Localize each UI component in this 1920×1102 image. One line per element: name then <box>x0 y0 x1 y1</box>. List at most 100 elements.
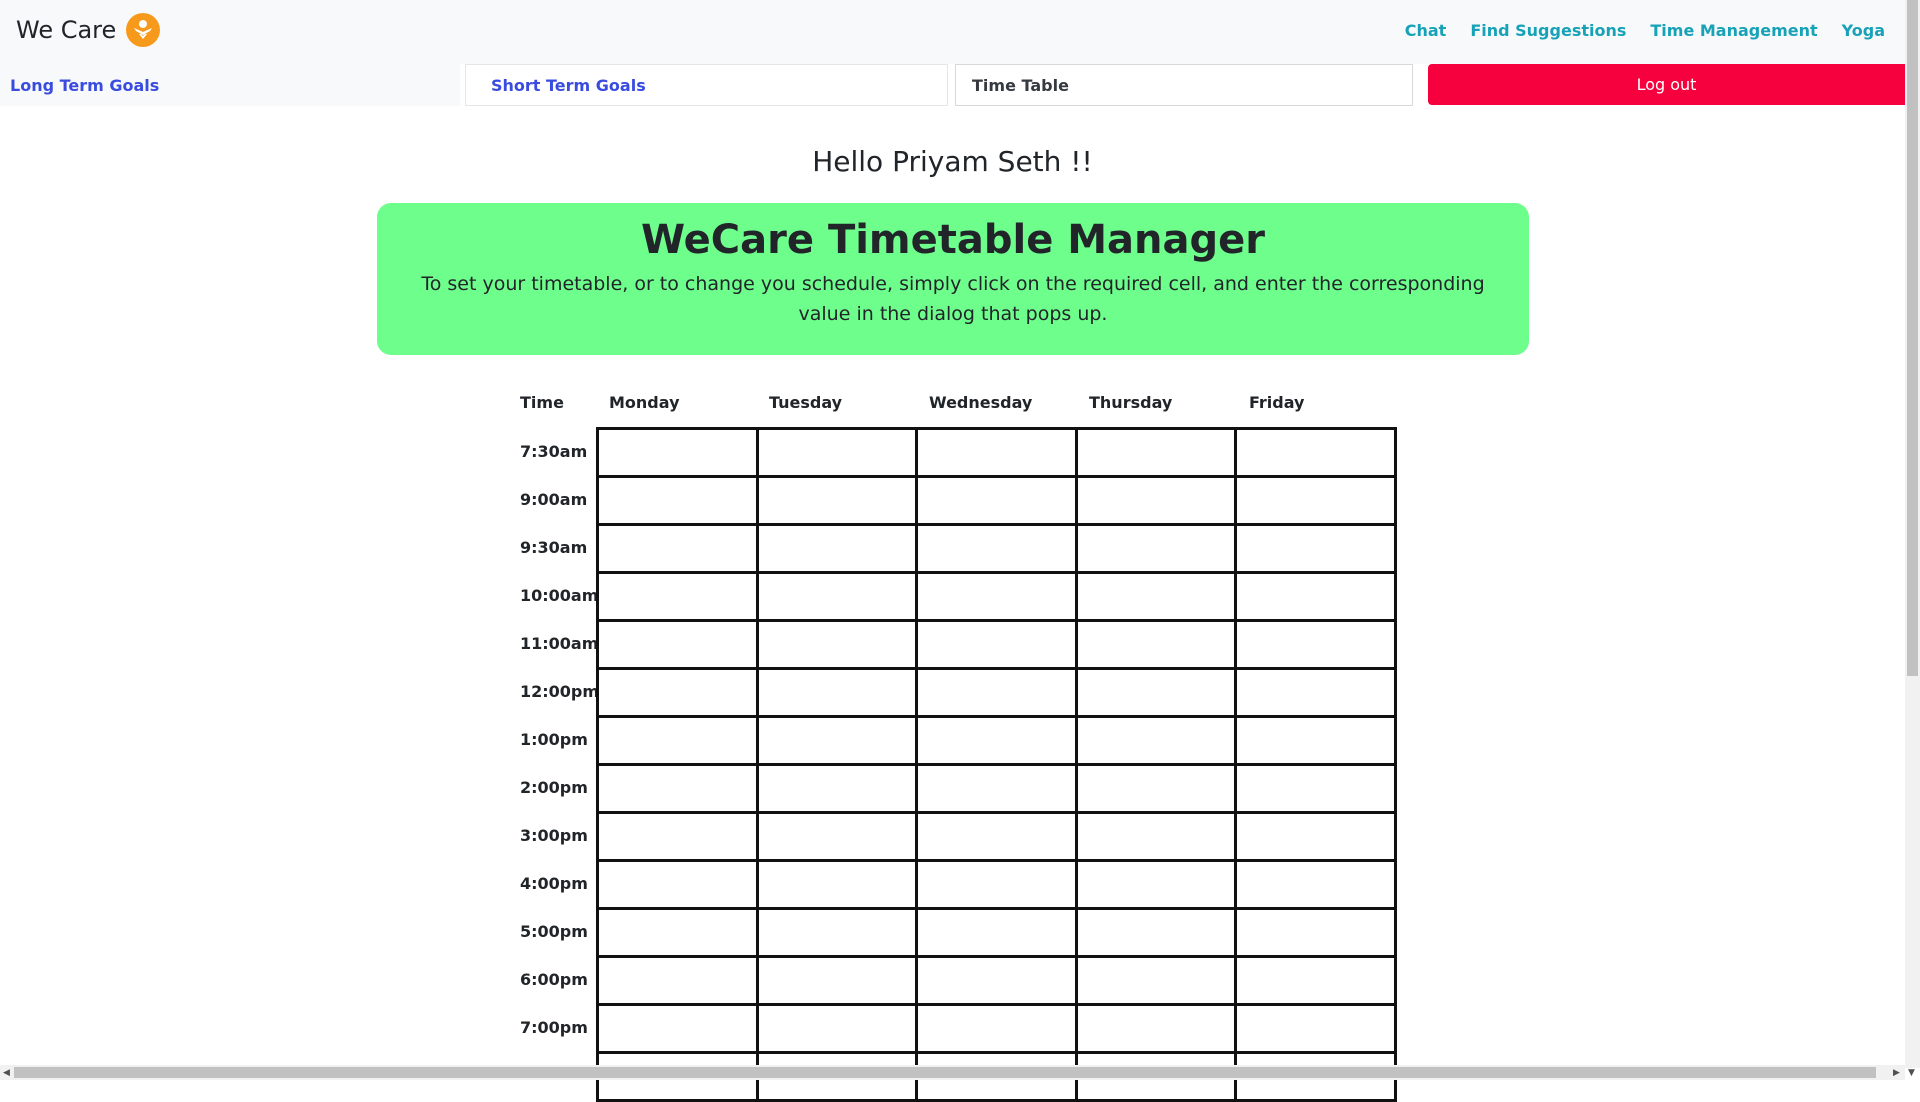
banner-text: To set your timetable, or to change you … <box>421 273 1485 325</box>
greeting-text: Hello Priyam Seth !! <box>812 145 1093 178</box>
timetable-cell[interactable] <box>915 427 1078 478</box>
timetable-cell[interactable] <box>1234 619 1397 670</box>
timetable-cell[interactable] <box>1074 1003 1238 1054</box>
tab-long-term-goals[interactable]: Long Term Goals <box>0 64 460 106</box>
timetable-cell[interactable] <box>915 907 1078 958</box>
timetable-cell[interactable] <box>596 715 759 766</box>
time-slot-label: 1:00pm <box>520 730 588 749</box>
timetable-cell[interactable] <box>596 907 759 958</box>
timetable-cell[interactable] <box>1234 715 1397 766</box>
timetable-cell[interactable] <box>1234 667 1397 718</box>
timetable-cell[interactable] <box>755 475 919 526</box>
timetable-cell[interactable] <box>915 811 1078 862</box>
timetable-cell[interactable] <box>596 763 759 814</box>
timetable-cell[interactable] <box>915 763 1078 814</box>
timetable-cell[interactable] <box>1074 523 1238 574</box>
timetable-cell[interactable] <box>1074 571 1238 622</box>
timetable-cell[interactable] <box>755 523 919 574</box>
timetable-cell[interactable] <box>1074 955 1238 1006</box>
time-slot-label: 7:00pm <box>520 1018 588 1037</box>
timetable-cell[interactable] <box>596 955 759 1006</box>
tab-time-table[interactable]: Time Table <box>955 64 1413 106</box>
timetable-cell[interactable] <box>1234 571 1397 622</box>
timetable-cell[interactable] <box>755 427 919 478</box>
scroll-right-arrow-icon[interactable]: ▶ <box>1893 1068 1900 1078</box>
timetable-cell[interactable] <box>1234 523 1397 574</box>
nav-time-management-link[interactable]: Time Management <box>1650 21 1817 40</box>
timetable-cell[interactable] <box>755 571 919 622</box>
timetable-cell[interactable] <box>1074 811 1238 862</box>
day-header-tuesday: Tuesday <box>769 393 843 412</box>
timetable-cell[interactable] <box>915 475 1078 526</box>
timetable-cell[interactable] <box>1074 907 1238 958</box>
timetable-cell[interactable] <box>915 667 1078 718</box>
timetable-cell[interactable] <box>755 619 919 670</box>
timetable-cell[interactable] <box>915 571 1078 622</box>
time-slot-label: 12:00pm <box>520 682 600 701</box>
timetable-cell[interactable] <box>596 619 759 670</box>
timetable-cell[interactable] <box>596 811 759 862</box>
timetable-cell[interactable] <box>915 715 1078 766</box>
timetable-cell[interactable] <box>755 907 919 958</box>
horizontal-scrollbar-thumb[interactable] <box>14 1067 1876 1078</box>
timetable-cell[interactable] <box>596 859 759 910</box>
tab-short-term-goals[interactable]: Short Term Goals <box>465 64 948 106</box>
timetable-cell[interactable] <box>755 1003 919 1054</box>
timetable-cell[interactable] <box>1074 763 1238 814</box>
timetable-cell[interactable] <box>1074 619 1238 670</box>
timetable-cell[interactable] <box>1234 1003 1397 1054</box>
timetable-grid <box>596 427 1397 1102</box>
nav-chat-link[interactable]: Chat <box>1405 21 1447 40</box>
timetable-cell[interactable] <box>755 859 919 910</box>
timetable-row <box>596 763 1397 814</box>
timetable-cell[interactable] <box>596 571 759 622</box>
timetable-cell[interactable] <box>915 955 1078 1006</box>
tab-time-table-label: Time Table <box>972 75 1069 95</box>
timetable-cell[interactable] <box>1234 955 1397 1006</box>
timetable-row <box>596 715 1397 766</box>
timetable-cell[interactable] <box>596 427 759 478</box>
timetable-cell[interactable] <box>1074 475 1238 526</box>
time-slot-label: 7:30am <box>520 442 588 461</box>
timetable-cell[interactable] <box>596 1003 759 1054</box>
top-navbar: We Care Chat Find Suggestions Time Manag… <box>0 0 1905 64</box>
timetable-cell[interactable] <box>755 667 919 718</box>
brand-link[interactable]: We Care <box>16 13 161 47</box>
timetable-cell[interactable] <box>1234 859 1397 910</box>
timetable-cell[interactable] <box>755 955 919 1006</box>
timetable-cell[interactable] <box>1234 907 1397 958</box>
nav-yoga-link[interactable]: Yoga <box>1842 21 1885 40</box>
logout-button[interactable]: Log out <box>1428 64 1905 105</box>
tab-long-term-goals-label: Long Term Goals <box>10 75 160 95</box>
timetable-cell[interactable] <box>1234 475 1397 526</box>
scroll-down-arrow-icon[interactable]: ▼ <box>1908 1068 1915 1078</box>
timetable-cell[interactable] <box>596 523 759 574</box>
timetable-cell[interactable] <box>1074 715 1238 766</box>
nav-find-suggestions-link[interactable]: Find Suggestions <box>1470 21 1626 40</box>
timetable-cell[interactable] <box>755 715 919 766</box>
main-nav: Chat Find Suggestions Time Management Yo… <box>1405 21 1885 40</box>
timetable-cell[interactable] <box>1074 667 1238 718</box>
timetable-cell[interactable] <box>915 523 1078 574</box>
we-care-logo-icon <box>126 13 161 47</box>
timetable-cell[interactable] <box>1074 859 1238 910</box>
time-slot-label: 2:00pm <box>520 778 588 797</box>
timetable-cell[interactable] <box>755 763 919 814</box>
scroll-left-arrow-icon[interactable]: ◀ <box>3 1068 10 1078</box>
timetable-row <box>596 955 1397 1006</box>
vertical-scrollbar-thumb[interactable] <box>1907 0 1918 676</box>
timetable-cell[interactable] <box>915 619 1078 670</box>
timetable-row <box>596 619 1397 670</box>
timetable-cell[interactable] <box>1234 763 1397 814</box>
timetable-cell[interactable] <box>596 475 759 526</box>
timetable-banner: WeCare Timetable Manager To set your tim… <box>377 203 1529 355</box>
timetable-cell[interactable] <box>1074 427 1238 478</box>
timetable-cell[interactable] <box>1234 811 1397 862</box>
timetable-cell[interactable] <box>596 667 759 718</box>
timetable-cell[interactable] <box>915 859 1078 910</box>
banner-title: WeCare Timetable Manager <box>640 217 1266 263</box>
timetable-cell[interactable] <box>915 1003 1078 1054</box>
timetable-cell[interactable] <box>755 811 919 862</box>
timetable-cell[interactable] <box>1234 427 1397 478</box>
time-column-header: Time <box>520 393 564 412</box>
